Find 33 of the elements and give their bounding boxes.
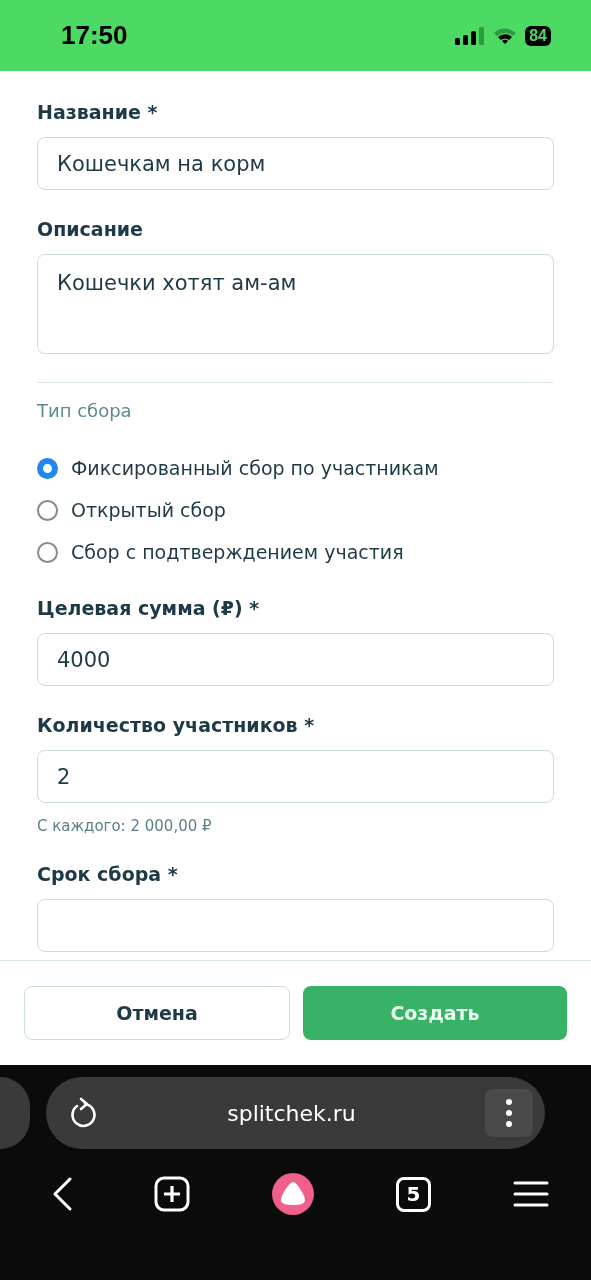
field-label: Описание [37, 218, 144, 240]
input-field[interactable]: Кошечкам на корм [37, 137, 554, 190]
radio-button[interactable] [37, 457, 58, 479]
assistant-icon[interactable] [272, 1173, 314, 1215]
radio-label[interactable]: Открытый сбор [71, 499, 226, 521]
input-field[interactable]: 4000 [37, 633, 554, 686]
tabs-count-button[interactable]: 5 [396, 1176, 431, 1212]
wifi-icon [493, 26, 518, 45]
field-hint: С каждого: 2 000,00 ₽ [37, 817, 213, 835]
input-field[interactable]: 2 [37, 750, 554, 803]
back-icon[interactable] [52, 1177, 72, 1211]
description-field[interactable]: Кошечки хотят ам-ам [37, 254, 554, 354]
radio-label[interactable]: Фиксированный сбор по участникам [71, 457, 439, 479]
field-label: Количество участников * [37, 714, 316, 736]
radio-button[interactable] [37, 499, 58, 521]
signal-icon [455, 26, 486, 45]
battery-level: 84 [525, 25, 551, 46]
reload-icon[interactable] [68, 1097, 98, 1129]
new-tab-icon[interactable] [154, 1176, 190, 1212]
field-label: Название * [37, 101, 159, 123]
url-text: splitchek.ru [226, 1100, 357, 1126]
menu-icon[interactable] [513, 1180, 549, 1208]
radio-label[interactable]: Сбор с подтверждением участия [71, 541, 404, 563]
group-label: Тип сбора [37, 400, 133, 421]
address-bar[interactable]: splitchek.ru [46, 1077, 545, 1149]
radio-button[interactable] [37, 541, 58, 563]
status-time: 17:50 [61, 20, 128, 51]
input-field[interactable] [37, 899, 554, 952]
field-label: Целевая сумма (₽) * [37, 597, 261, 619]
field-label: Срок сбора * [37, 863, 179, 885]
cancel-button[interactable]: Отмена [24, 986, 290, 1040]
kebab-icon [505, 1098, 513, 1128]
more-button[interactable] [485, 1089, 533, 1137]
